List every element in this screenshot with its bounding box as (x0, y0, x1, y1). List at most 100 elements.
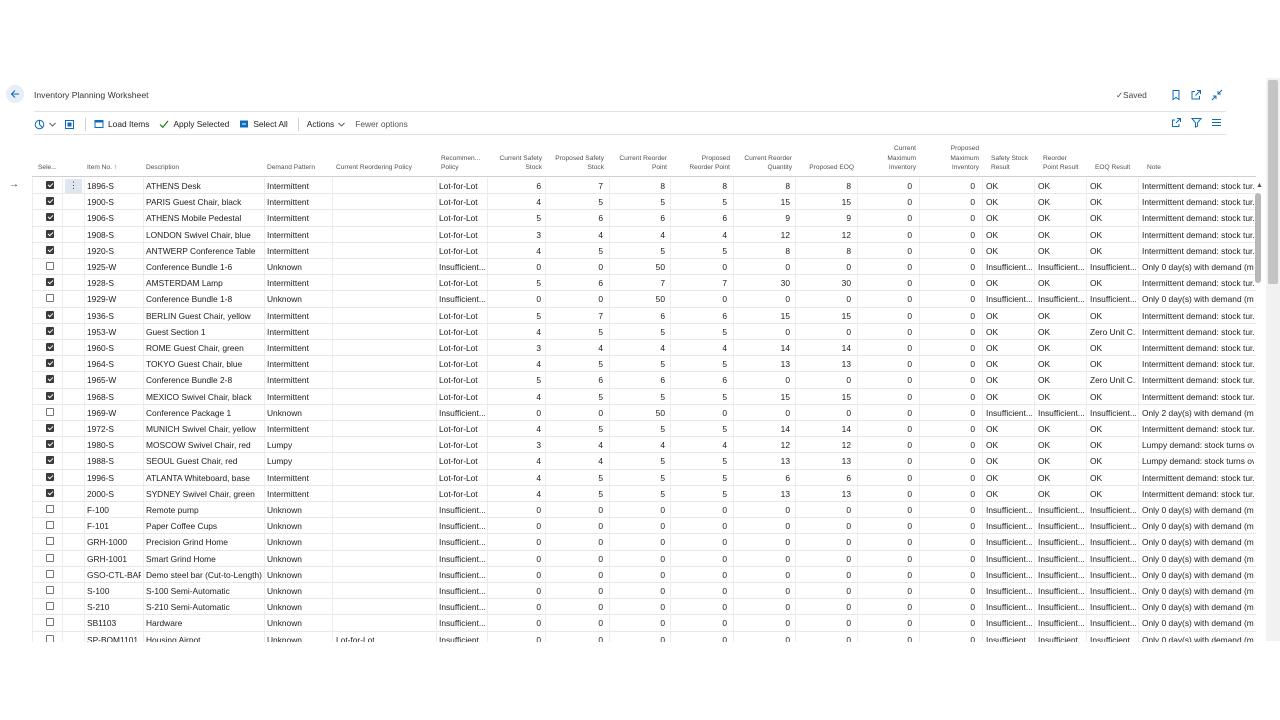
col-header-description[interactable]: Description (146, 163, 256, 173)
select-checkbox[interactable] (46, 634, 54, 642)
table-row[interactable]: 1969-W Conference Package 1 Unknown Insuffi… (0, 405, 1256, 421)
table-row[interactable]: S-210 S-210 Semi-Automatic Unknown Insuffic… (0, 599, 1256, 616)
select-checkbox[interactable] (46, 618, 54, 627)
table-row[interactable]: 1920-S ANTWERP Conference Table Intermitte… (0, 243, 1256, 259)
col-header-current-reorder-quantity[interactable]: Current Reorder Quantity (737, 154, 792, 173)
item-no-cell[interactable]: 1972-S (87, 424, 141, 434)
select-checkbox[interactable] (46, 229, 54, 238)
row-actions-icon[interactable]: ⋮ (65, 179, 82, 193)
item-no-cell[interactable]: 1960-S (87, 343, 141, 353)
open-new-window-icon[interactable] (1190, 89, 1202, 101)
select-checkbox[interactable] (46, 602, 54, 611)
col-header-current-maximum-inventory[interactable]: Current Maximum Inventory (876, 144, 916, 173)
actions-menu-button[interactable]: Actions (307, 119, 346, 129)
item-no-cell[interactable]: GSO-CTL-BAR (87, 570, 141, 580)
item-no-cell[interactable]: 1964-S (87, 359, 141, 369)
item-no-cell[interactable]: 1980-S (87, 440, 141, 450)
item-no-cell[interactable]: 1908-S (87, 230, 141, 240)
select-checkbox[interactable] (46, 310, 54, 319)
item-no-cell[interactable]: 1968-S (87, 392, 141, 402)
table-row[interactable]: 1928-S AMSTERDAM Lamp Intermittent Lot-for-… (0, 275, 1256, 292)
col-header-reorder-point-result[interactable]: Reorder Point Result (1043, 154, 1083, 173)
item-no-cell[interactable]: 1965-W (87, 375, 141, 385)
item-no-cell[interactable]: S-210 (87, 602, 141, 612)
item-no-cell[interactable]: 1953-W (87, 327, 141, 337)
item-no-cell[interactable]: 2000-S (87, 489, 141, 499)
list-view-icon[interactable] (1211, 117, 1222, 128)
col-header-recommended-policy[interactable]: Recommen... Policy (441, 154, 485, 173)
item-no-cell[interactable]: 1925-W (87, 262, 141, 272)
table-row[interactable]: F-101 Paper Coffee Cups Unknown Insufficien… (0, 518, 1256, 535)
item-no-cell[interactable]: GRH-1000 (87, 537, 141, 547)
item-no-cell[interactable]: 1996-S (87, 473, 141, 483)
bookmark-icon[interactable] (1170, 89, 1182, 101)
collapse-icon[interactable] (1211, 89, 1223, 101)
item-no-cell[interactable]: 1906-S (87, 213, 141, 223)
select-checkbox[interactable] (46, 245, 54, 254)
table-row[interactable]: 1972-S MUNICH Swivel Chair, yellow Intermi… (0, 421, 1256, 438)
select-checkbox[interactable] (46, 278, 54, 287)
select-checkbox[interactable] (46, 294, 54, 303)
col-header-proposed-maximum-inventory[interactable]: Proposed Maximum Inventory (936, 144, 979, 173)
item-no-cell[interactable]: F-100 (87, 505, 141, 515)
col-header-eoq-result[interactable]: EOQ Result (1095, 163, 1137, 173)
table-row[interactable]: 1906-S ATHENS Mobile Pedestal Intermittent… (0, 210, 1256, 227)
table-row[interactable]: 1925-W Conference Bundle 1-6 Unknown Insuff… (0, 259, 1256, 276)
item-no-cell[interactable]: GRH-1001 (87, 554, 141, 564)
col-header-current-reordering-policy[interactable]: Current Reordering Policy (336, 163, 431, 173)
select-all-button[interactable]: Select All (239, 119, 288, 129)
item-no-cell[interactable]: 1896-S (87, 181, 141, 191)
page-scroll-thumb[interactable] (1268, 80, 1278, 284)
select-checkbox[interactable] (46, 472, 54, 481)
fewer-options-button[interactable]: Fewer options (355, 119, 408, 129)
item-no-cell[interactable]: 1988-S (87, 456, 141, 466)
grid-scroll-thumb[interactable] (1255, 193, 1261, 283)
select-checkbox[interactable] (46, 424, 54, 432)
col-header-current-reorder-point[interactable]: Current Reorder Point (612, 154, 667, 173)
select-checkbox[interactable] (46, 537, 54, 546)
select-checkbox[interactable] (46, 586, 54, 594)
select-checkbox[interactable] (46, 359, 54, 368)
col-header-item-no[interactable]: Item No. ↑ (87, 163, 137, 173)
back-button[interactable] (6, 85, 24, 103)
table-row[interactable]: 1929-W Conference Bundle 1-8 Unknown Insuff… (0, 291, 1256, 308)
select-checkbox[interactable] (46, 343, 54, 351)
item-no-cell[interactable]: F-101 (87, 521, 141, 531)
table-row[interactable]: 1965-W Conference Bundle 2-8 Intermittent L… (0, 372, 1256, 389)
col-header-proposed-eoq[interactable]: Proposed EOQ (798, 163, 854, 173)
select-checkbox[interactable] (46, 213, 54, 222)
table-row[interactable]: GSO-CTL-BAR Demo steel bar (Cut-to-Length… (0, 567, 1256, 583)
table-row[interactable]: 1980-S MOSCOW Swivel Chair, red Lumpy Lot-f… (0, 437, 1256, 454)
select-checkbox[interactable] (46, 407, 54, 416)
col-header-proposed-reorder-point[interactable]: Proposed Reorder Point (678, 154, 730, 173)
select-checkbox[interactable] (46, 181, 54, 189)
select-checkbox[interactable] (46, 440, 54, 449)
scroll-up-icon[interactable]: ▲ (1256, 182, 1263, 189)
item-no-cell[interactable]: 1900-S (87, 197, 141, 207)
select-checkbox[interactable] (46, 569, 54, 578)
col-header-demand-pattern[interactable]: Demand Pattern (267, 163, 327, 173)
select-checkbox[interactable] (46, 456, 54, 465)
table-row[interactable]: 1900-S PARIS Guest Chair, black Intermitte… (0, 194, 1256, 211)
col-header-note[interactable]: Note (1147, 163, 1187, 173)
apply-selected-button[interactable]: Apply Selected (159, 119, 229, 129)
table-row[interactable]: 2000-S SYDNEY Swivel Chair, green Intermit… (0, 486, 1256, 502)
table-row[interactable]: 1996-S ATLANTA Whiteboard, base Intermitte… (0, 470, 1256, 486)
share-icon[interactable] (1171, 117, 1182, 128)
select-checkbox[interactable] (46, 326, 54, 335)
col-header-select[interactable]: Sele... (38, 163, 60, 173)
item-no-cell[interactable]: S-100 (87, 586, 141, 596)
table-row[interactable]: 1988-S SEOUL Guest Chair, red Lumpy Lot-for… (0, 453, 1256, 470)
select-checkbox[interactable] (46, 262, 54, 270)
table-row[interactable]: 1960-S ROME Guest Chair, green Intermitten… (0, 340, 1256, 357)
item-no-cell[interactable]: SP-BOM1101 (87, 635, 141, 642)
table-row[interactable]: 1936-S BERLIN Guest Chair, yellow Intermit… (0, 308, 1256, 324)
table-row[interactable]: SB1103 Hardware Unknown Insufficient... 0 0 0 0… (0, 615, 1256, 632)
select-checkbox[interactable] (46, 391, 54, 400)
col-header-proposed-safety-stock[interactable]: Proposed Safety Stock (548, 154, 604, 173)
table-row[interactable]: S-100 S-100 Semi-Automatic Unknown Insuffic… (0, 583, 1256, 600)
table-row[interactable]: GRH-1001 Smart Grind Home Unknown Insuffici… (0, 551, 1256, 567)
load-items-button[interactable]: Load Items (94, 119, 149, 129)
page-scrollbar[interactable] (1266, 78, 1280, 641)
table-row[interactable]: 1953-W Guest Section 1 Intermittent Lot-for… (0, 324, 1256, 340)
